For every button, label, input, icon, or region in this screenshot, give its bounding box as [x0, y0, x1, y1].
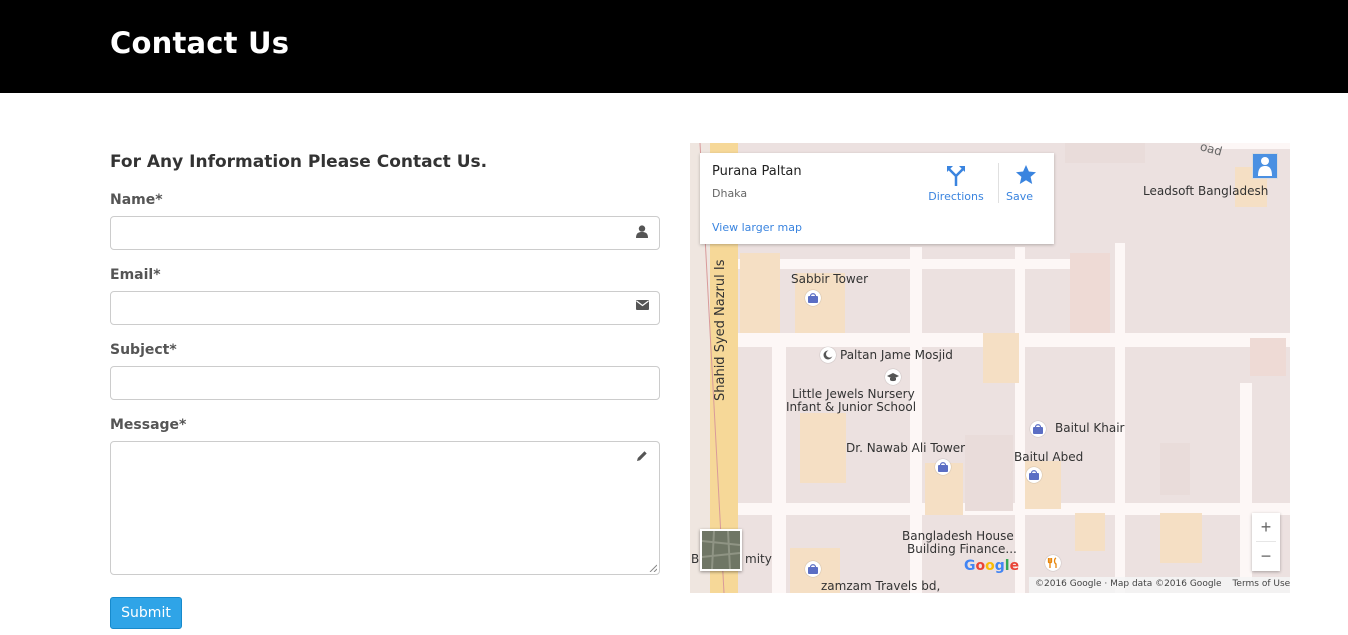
page-title: Contact Us — [110, 26, 290, 60]
email-label: Email* — [110, 267, 161, 283]
subject-input[interactable] — [111, 367, 659, 399]
star-icon — [1016, 165, 1036, 184]
zoom-in-button[interactable]: + — [1252, 513, 1280, 541]
map-label-bd-house-1: Bangladesh House — [902, 529, 1014, 543]
save-label: Save — [1006, 190, 1034, 203]
map-label-nawab: Dr. Nawab Ali Tower — [846, 441, 966, 455]
shopping-icon[interactable] — [1026, 467, 1042, 483]
map-label-nursery-1: Little Jewels Nursery — [792, 387, 915, 401]
message-label: Message* — [110, 417, 187, 433]
contact-form: For Any Information Please Contact Us. N… — [110, 150, 660, 575]
map-label-baitul-khair: Baitul Khair — [1055, 421, 1125, 435]
user-icon — [635, 225, 649, 239]
shopping-icon[interactable] — [805, 290, 821, 306]
page-header: Contact Us — [0, 0, 1348, 93]
map-copyright: ©2016 Google · Map data ©2016 Google — [1035, 579, 1222, 589]
envelope-icon — [635, 300, 649, 314]
shopping-icon[interactable] — [935, 459, 951, 475]
pencil-icon — [635, 450, 649, 464]
name-input[interactable] — [111, 217, 659, 249]
place-info-card: Purana Paltan Dhaka View larger map Dire… — [700, 153, 1054, 244]
zoom-out-button[interactable]: − — [1252, 542, 1280, 570]
shopping-icon[interactable] — [1030, 421, 1046, 437]
map-label-bottom-left-2: mity — [745, 552, 772, 566]
google-logo: Google — [964, 558, 1020, 574]
subject-field-wrap — [110, 366, 660, 400]
resize-grip-icon[interactable] — [649, 564, 657, 572]
email-field-wrap — [110, 291, 660, 325]
mosque-icon[interactable] — [820, 347, 836, 363]
form-intro: For Any Information Please Contact Us. — [110, 152, 488, 172]
map-label-zamzam: zamzam Travels bd, — [821, 579, 941, 593]
name-label: Name* — [110, 192, 163, 208]
restaurant-icon[interactable] — [1045, 555, 1061, 571]
save-button[interactable]: Save — [1006, 161, 1046, 207]
card-divider — [998, 163, 999, 203]
place-name: Purana Paltan — [712, 164, 802, 179]
map-label-nursery-2: Infant & Junior School — [786, 400, 917, 414]
directions-icon — [947, 166, 965, 186]
directions-button[interactable]: Directions — [924, 161, 988, 207]
map-label-mosjid: Paltan Jame Mosjid — [840, 348, 953, 362]
view-larger-map-link[interactable]: View larger map — [712, 221, 802, 234]
map-label-baitul-abed: Baitul Abed — [1014, 450, 1084, 464]
map-label-bd-house-2: Building Finance... — [907, 542, 1017, 556]
terms-of-use-link[interactable]: Terms of Use — [1232, 579, 1290, 589]
map-label-leadsoft: Leadsoft Bangladesh — [1143, 184, 1269, 198]
message-field-wrap — [110, 441, 660, 575]
directions-label: Directions — [928, 190, 984, 203]
subject-label: Subject* — [110, 342, 177, 358]
map-embed[interactable]: Shahid Syed Nazrul Is oad Leadsoft Bangl… — [690, 143, 1290, 593]
place-city: Dhaka — [712, 187, 748, 200]
name-field-wrap — [110, 216, 660, 250]
map-label-bottom-left: B — [691, 552, 700, 566]
map-attribution: ©2016 Google · Map data ©2016 Google Ter… — [1029, 577, 1290, 593]
message-textarea[interactable] — [111, 442, 659, 574]
email-input[interactable] — [111, 292, 659, 324]
school-icon[interactable] — [885, 369, 901, 385]
zoom-controls: + − — [1252, 513, 1280, 571]
submit-button[interactable]: Submit — [110, 597, 182, 629]
map-label-sabbir: Sabbir Tower — [791, 272, 869, 286]
satellite-toggle[interactable] — [700, 529, 742, 571]
shopping-icon[interactable] — [805, 561, 821, 577]
road-label: Shahid Syed Nazrul Is — [713, 259, 728, 401]
pegman-icon[interactable] — [1252, 153, 1278, 179]
